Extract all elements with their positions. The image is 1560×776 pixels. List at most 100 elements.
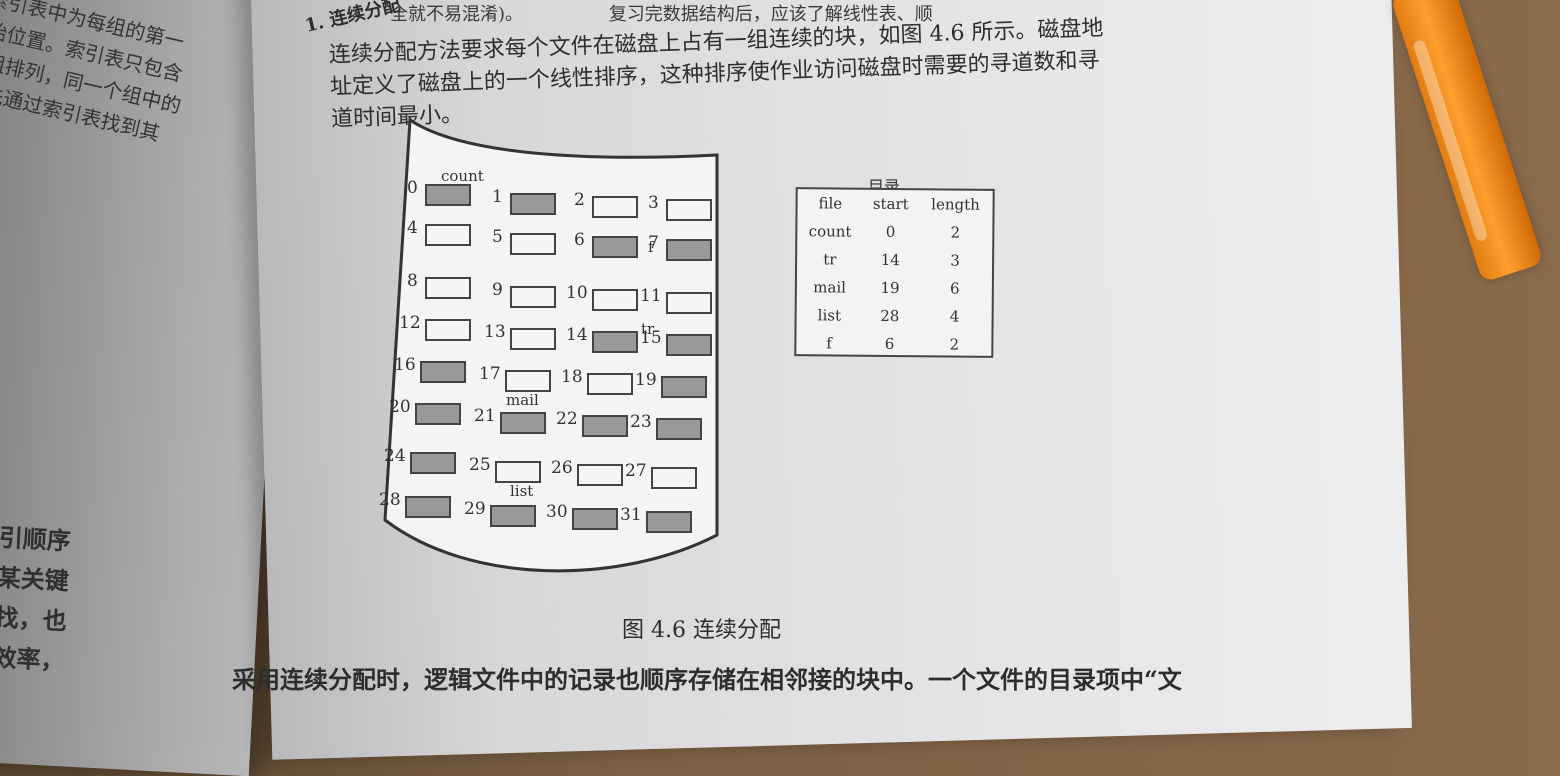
dir-cell: 4 — [949, 307, 960, 326]
disk-figure: count f tr mail list 0 1 2 3 4 5 6 7 8 9 10 11 12 13 1… — [379, 115, 720, 580]
block-number: 17 — [479, 364, 501, 384]
figure-caption: 图 4.6 连续分配 — [622, 618, 781, 643]
block-number: 0 — [407, 178, 418, 198]
free-block — [510, 328, 556, 350]
block-number: 6 — [574, 230, 585, 250]
block-number: 5 — [492, 227, 503, 247]
dir-header-file: file — [818, 194, 843, 213]
block-number: 11 — [640, 286, 662, 306]
dir-cell: f — [826, 334, 832, 353]
block-number: 2 — [574, 190, 585, 210]
left-page-text: 索引表中为每组的第一 始位置。索引表只包含 组排列，同一个组中的 先通过索引表找… — [0, 0, 230, 146]
allocated-block — [420, 361, 466, 383]
directory-header-row: file start length — [797, 189, 992, 219]
free-block — [495, 461, 541, 483]
free-block — [666, 292, 712, 314]
allocated-block — [510, 193, 556, 215]
block-number: 29 — [464, 499, 486, 519]
allocated-block — [592, 331, 638, 353]
allocated-block — [405, 496, 451, 518]
allocated-block — [425, 184, 471, 206]
table-row: mail 19 6 — [797, 273, 992, 303]
block-number: 3 — [648, 193, 659, 213]
block-number: 23 — [630, 412, 652, 432]
table-row: tr 14 3 — [797, 245, 992, 275]
block-number: 8 — [407, 271, 418, 291]
file-label-mail: mail — [506, 391, 539, 409]
dir-cell: 14 — [880, 250, 900, 270]
free-block — [592, 196, 638, 218]
block-number: 1 — [492, 187, 503, 207]
free-block — [425, 277, 471, 299]
free-block — [592, 289, 638, 311]
file-label-list: list — [510, 482, 534, 500]
table-row: f 6 2 — [796, 329, 991, 359]
dir-header-start: start — [872, 194, 909, 214]
directory-table: file start length count 0 2 tr 14 3 mail… — [794, 187, 995, 359]
allocated-block — [666, 334, 712, 356]
block-number: 14 — [566, 325, 588, 345]
allocated-block — [582, 415, 628, 437]
bottom-paragraph: 采用连续分配时，逻辑文件中的记录也顺序存储在相邻接的块中。一个文件的目录项中“文 — [232, 665, 1182, 694]
dir-cell: 6 — [884, 334, 895, 354]
block-number: 24 — [384, 446, 406, 466]
dir-cell: 0 — [885, 222, 896, 242]
dir-cell: 2 — [950, 223, 961, 242]
dir-cell: 19 — [880, 278, 900, 298]
free-block — [425, 319, 471, 341]
dir-cell: mail — [813, 278, 847, 297]
dir-header-length: length — [931, 195, 980, 214]
block-number: 18 — [561, 367, 583, 387]
block-number: 7 — [648, 233, 659, 253]
block-number: 21 — [474, 406, 496, 426]
directory-grid: file start length count 0 2 tr 14 3 mail… — [796, 189, 992, 359]
block-number: 16 — [394, 355, 416, 375]
dir-cell: 2 — [949, 335, 960, 354]
allocated-block — [410, 452, 456, 474]
dir-cell: 6 — [949, 279, 960, 298]
allocated-block — [572, 508, 618, 530]
free-block — [425, 224, 471, 246]
free-block — [587, 373, 633, 395]
left-bottom-line-1: 在索引顺序 — [0, 520, 72, 556]
block-number: 10 — [566, 283, 588, 303]
allocated-block — [661, 376, 707, 398]
allocated-block — [656, 418, 702, 440]
free-block — [651, 467, 697, 489]
dir-cell: count — [808, 222, 852, 241]
block-number: 27 — [625, 461, 647, 481]
dir-cell: 28 — [880, 306, 900, 326]
block-number: 19 — [635, 370, 657, 390]
dir-cell: tr — [823, 250, 837, 269]
block-number: 22 — [556, 409, 578, 429]
block-number: 25 — [469, 455, 491, 475]
block-number: 9 — [492, 280, 503, 300]
block-number: 4 — [407, 218, 418, 238]
left-page-bottom-text: 在索引顺序 查找某关键 序查找，也 查找效率， — [0, 515, 132, 684]
block-number: 13 — [484, 322, 506, 342]
table-row: list 28 4 — [797, 301, 992, 331]
allocated-block — [592, 236, 638, 258]
allocated-block — [490, 505, 536, 527]
allocated-block — [415, 403, 461, 425]
block-number: 26 — [551, 458, 573, 478]
free-block — [577, 464, 623, 486]
table-row: count 0 2 — [797, 217, 992, 247]
top-left-snippet: 全就不易混淆)。 — [390, 4, 524, 25]
block-number: 20 — [389, 397, 411, 417]
block-number: 28 — [379, 490, 401, 510]
block-number: 31 — [620, 505, 642, 525]
allocated-block — [646, 511, 692, 533]
free-block — [510, 286, 556, 308]
dir-cell: 3 — [950, 251, 960, 270]
free-block — [505, 370, 551, 392]
block-number: 30 — [546, 502, 568, 522]
free-block — [666, 199, 712, 221]
block-number: 15 — [640, 328, 662, 348]
dir-cell: list — [817, 306, 842, 325]
block-number: 12 — [399, 313, 421, 333]
allocated-block — [500, 412, 546, 434]
allocated-block — [666, 239, 712, 261]
free-block — [510, 233, 556, 255]
file-label-count: count — [441, 167, 484, 185]
